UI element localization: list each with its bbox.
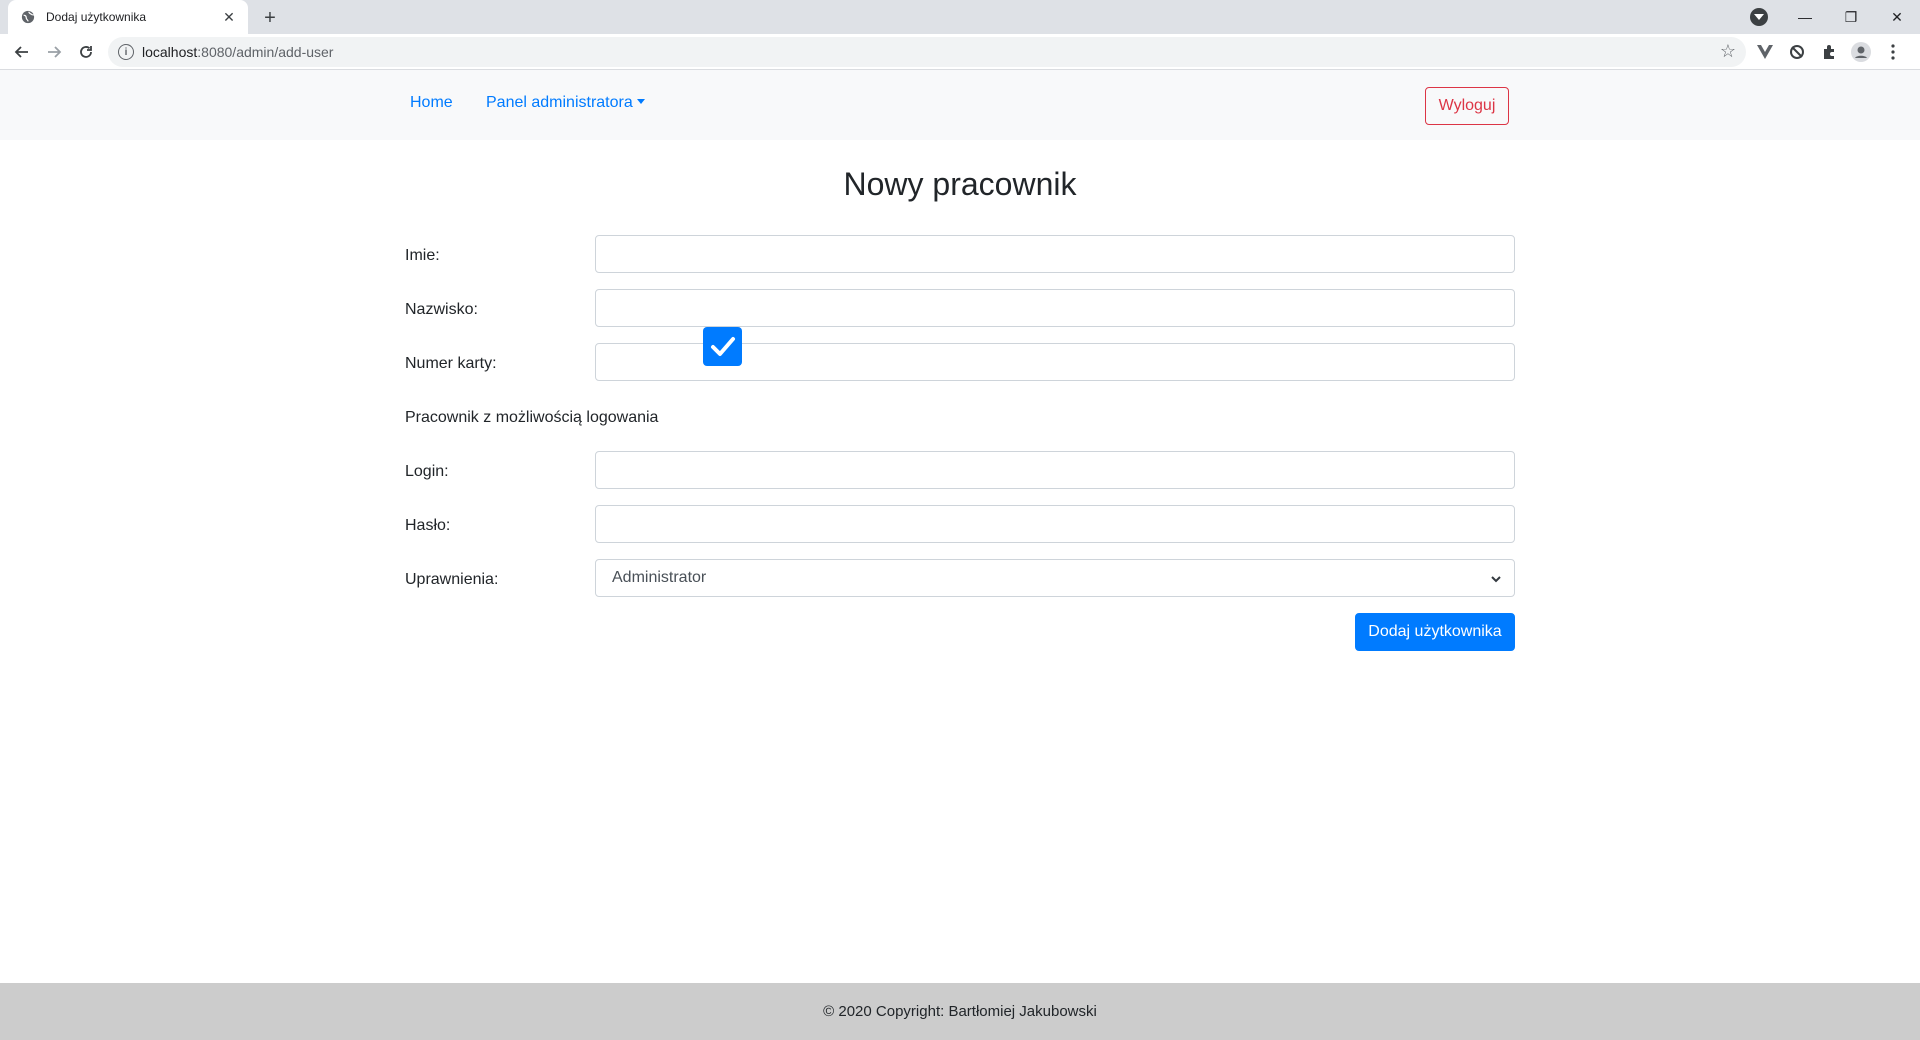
minimize-button[interactable]: — <box>1782 2 1828 32</box>
url-host: localhost <box>142 44 198 60</box>
forward-arrow-icon[interactable] <box>38 36 70 68</box>
add-user-button[interactable]: Dodaj użytkownika <box>1355 613 1515 651</box>
footer: © 2020 Copyright: Bartłomiej Jakubowski <box>0 983 1920 1040</box>
nav-admin-panel-label: Panel administratora <box>486 94 633 111</box>
last-name-input[interactable] <box>595 289 1515 327</box>
nav-admin-panel-dropdown[interactable]: Panel administratora <box>486 94 645 112</box>
url-path: :8080/admin/add-user <box>197 44 334 60</box>
extension-icons <box>1752 34 1906 70</box>
restore-button[interactable]: ❐ <box>1828 2 1874 32</box>
tab-title: Dodaj użytkownika <box>46 10 147 24</box>
password-input[interactable] <box>595 505 1515 543</box>
last-name-label: Nazwisko: <box>405 301 478 318</box>
caret-down-icon <box>636 98 645 104</box>
chrome-menu-icon[interactable] <box>1880 39 1906 65</box>
window-controls: — ❐ ✕ <box>1782 0 1920 34</box>
address-bar[interactable]: i localhost:8080/admin/add-user ☆ <box>108 37 1746 67</box>
password-label: Hasło: <box>405 517 451 534</box>
bookmark-star-icon[interactable]: ☆ <box>1720 41 1736 62</box>
browser-tabstrip: Dodaj użytkownika ✕ + — ❐ ✕ <box>0 0 1920 34</box>
close-window-button[interactable]: ✕ <box>1874 2 1920 32</box>
first-name-input[interactable] <box>595 235 1515 273</box>
page-title: Nowy pracownik <box>843 166 1077 202</box>
role-select[interactable]: Administrator <box>595 559 1515 597</box>
site-info-icon[interactable]: i <box>118 44 134 60</box>
extensions-puzzle-icon[interactable] <box>1816 39 1842 65</box>
tab-close-icon[interactable]: ✕ <box>220 8 238 26</box>
login-enabled-checkbox[interactable] <box>703 327 742 366</box>
sync-extension-icon[interactable] <box>1784 39 1810 65</box>
back-arrow-icon[interactable] <box>6 36 38 68</box>
browser-toolbar: i localhost:8080/admin/add-user ☆ <box>0 34 1920 70</box>
chevron-down-icon <box>1490 572 1502 590</box>
first-name-label: Imie: <box>405 247 440 264</box>
vue-devtools-icon[interactable] <box>1752 39 1778 65</box>
reload-icon[interactable] <box>70 36 102 68</box>
login-enabled-label: Pracownik z możliwością logowania <box>405 409 659 426</box>
nav-home-link[interactable]: Home <box>410 94 453 112</box>
card-number-label: Numer karty: <box>405 355 497 372</box>
role-label: Uprawnienia: <box>405 571 499 588</box>
new-tab-button[interactable]: + <box>258 6 282 30</box>
login-label: Login: <box>405 463 449 480</box>
globe-icon <box>20 9 36 25</box>
browser-tab-active[interactable]: Dodaj użytkownika ✕ <box>8 0 248 34</box>
chrome-menu-dropdown-icon[interactable] <box>1750 8 1768 26</box>
profile-avatar-icon[interactable] <box>1848 39 1874 65</box>
logout-button[interactable]: Wyloguj <box>1425 87 1509 125</box>
checkmark-icon <box>710 336 735 356</box>
role-select-value: Administrator <box>612 569 707 586</box>
login-input[interactable] <box>595 451 1515 489</box>
page: Home Panel administratora Wyloguj Nowy p… <box>0 70 1920 1040</box>
navbar: Home Panel administratora Wyloguj <box>0 70 1920 140</box>
copyright-text: © 2020 Copyright: Bartłomiej Jakubowski <box>823 1003 1097 1020</box>
